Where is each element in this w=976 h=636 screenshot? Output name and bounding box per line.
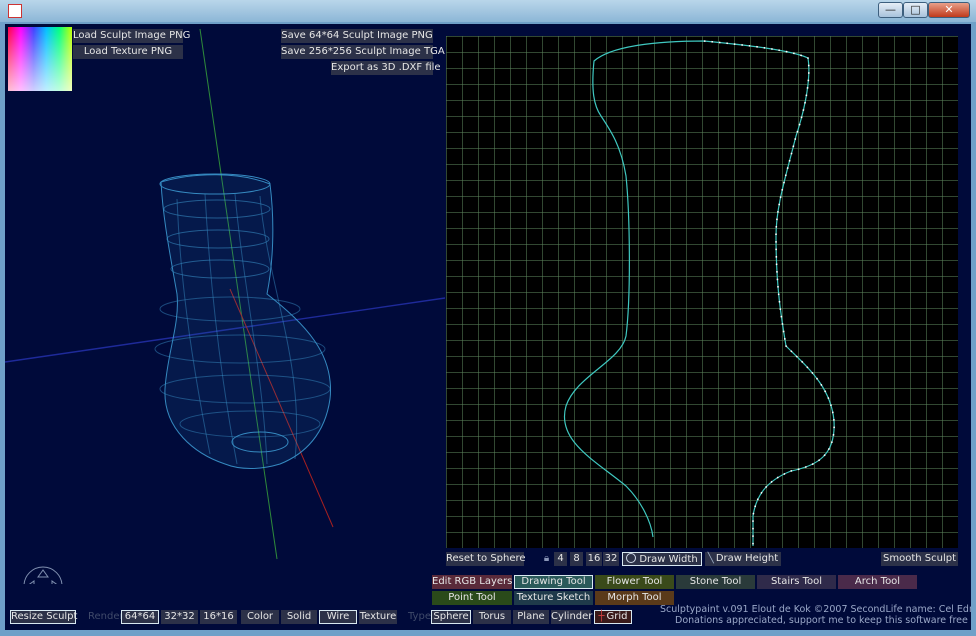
credits-line-1: Sculptypaint v.091 Elout de Kok ©2007 Se…: [660, 604, 971, 615]
profile-drawing-grid[interactable]: [446, 36, 958, 548]
step-4-button[interactable]: 4: [554, 552, 567, 566]
sculpt-wireframe-mesh: [154, 173, 332, 469]
display-texture-button[interactable]: Texture: [359, 610, 397, 624]
stairs-tool-button[interactable]: Stairs Tool: [757, 575, 836, 589]
render-16-button[interactable]: 16*16: [200, 610, 237, 624]
texture-sketch-button[interactable]: Texture Sketch: [514, 591, 593, 605]
save-64-sculpt-button[interactable]: Save 64*64 Sculpt Image PNG: [281, 29, 433, 43]
edit-rgb-layers-button[interactable]: Edit RGB Layers: [432, 575, 512, 589]
credits-line-2: Donations appreciated, support me to kee…: [675, 615, 968, 626]
close-button[interactable]: ✕: [928, 2, 970, 18]
stone-tool-button[interactable]: Stone Tool: [676, 575, 755, 589]
type-label: Type: [408, 611, 431, 622]
smooth-sculpt-button[interactable]: Smooth Sculpt: [881, 552, 958, 566]
step-8-button[interactable]: 8: [570, 552, 583, 566]
point-tool-button[interactable]: Point Tool: [432, 591, 512, 605]
arch-tool-button[interactable]: Arch Tool: [838, 575, 917, 589]
resize-sculpt-button[interactable]: Resize Sculpt: [10, 610, 77, 624]
drawing-tool-button[interactable]: Drawing Tool: [514, 575, 593, 589]
type-torus-button[interactable]: Torus: [473, 610, 511, 624]
render-64-button[interactable]: 64*64: [121, 610, 159, 624]
reset-to-sphere-button[interactable]: Reset to Sphere: [446, 552, 526, 566]
profile-curve: [563, 40, 835, 546]
maximize-button[interactable]: □: [903, 2, 928, 18]
save-256-sculpt-button[interactable]: Save 256*256 Sculpt Image TGA: [281, 45, 445, 59]
circle-icon: [626, 553, 637, 563]
morph-tool-button[interactable]: Morph Tool: [595, 591, 674, 605]
draw-height-label: Draw Height: [715, 553, 779, 564]
display-solid-button[interactable]: Solid: [281, 610, 317, 624]
render-32-button[interactable]: 32*32: [161, 610, 198, 624]
display-color-button[interactable]: Color: [241, 610, 279, 624]
type-plane-button[interactable]: Plane: [513, 610, 549, 624]
type-sphere-button[interactable]: Sphere: [431, 610, 471, 624]
grid-icon: ┼: [598, 611, 605, 622]
load-texture-button[interactable]: Load Texture PNG: [73, 45, 183, 59]
type-cylinder-button[interactable]: Cylinder: [551, 610, 592, 624]
flower-tool-button[interactable]: Flower Tool: [595, 575, 674, 589]
sculpty-workspace: Load Sculpt Image PNG Load Texture PNG S…: [5, 24, 971, 630]
navigation-control-icon: [23, 566, 63, 584]
minimize-button[interactable]: —: [878, 2, 903, 18]
export-dxf-button[interactable]: Export as 3D .DXF file: [331, 61, 441, 75]
draw-height-button[interactable]: ╲ Draw Height: [705, 552, 781, 566]
step-32-button[interactable]: 32: [603, 552, 619, 566]
color-palette[interactable]: [8, 27, 72, 91]
step-16-button[interactable]: 16: [586, 552, 602, 566]
draw-width-label: Draw Width: [639, 554, 698, 565]
draw-width-button[interactable]: Draw Width: [622, 552, 702, 566]
credits-text: Sculptypaint v.091 Elout de Kok ©2007 Se…: [660, 604, 971, 626]
grid-toggle-button[interactable]: ┼ Grid: [594, 610, 632, 624]
display-wire-button[interactable]: Wire: [319, 610, 357, 624]
grid-label: Grid: [606, 611, 628, 622]
curve-icon: ╲: [707, 553, 714, 564]
app-window: — □ ✕ Load Sculpt Image PNG Load Texture…: [0, 0, 976, 636]
load-sculpt-image-button[interactable]: Load Sculpt Image PNG: [73, 29, 190, 43]
render-label: Render: [88, 611, 124, 622]
3d-viewport[interactable]: [5, 24, 445, 584]
title-bar: — □ ✕: [0, 0, 976, 22]
java-app-icon: [8, 4, 22, 18]
lock-icon[interactable]: 🔒︎: [540, 552, 553, 566]
